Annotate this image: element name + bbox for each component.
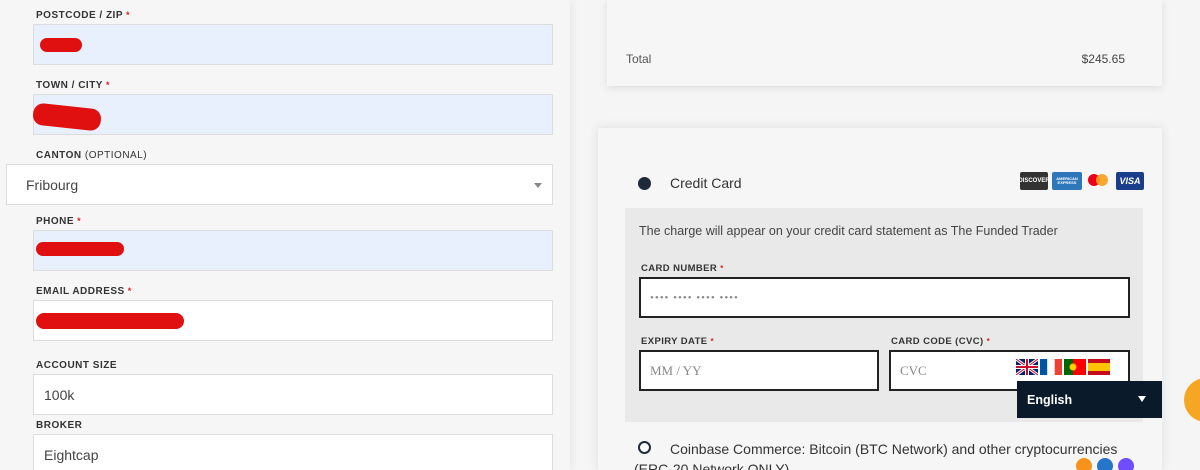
visa-icon: VISA bbox=[1116, 172, 1144, 190]
redaction-mark bbox=[36, 313, 184, 329]
broker-input[interactable]: Eightcap bbox=[33, 434, 553, 470]
caret-down-icon bbox=[1138, 396, 1146, 402]
total-label: Total bbox=[626, 52, 652, 66]
spain-flag-icon[interactable] bbox=[1088, 359, 1110, 375]
language-select-value: English bbox=[1027, 392, 1073, 407]
card-number-label: CARD NUMBER * bbox=[641, 263, 724, 274]
broker-label: BROKER bbox=[36, 420, 83, 431]
canton-select[interactable]: Fribourg bbox=[6, 164, 553, 205]
chevron-down-icon bbox=[534, 183, 542, 188]
postcode-input[interactable] bbox=[33, 24, 553, 65]
email-label: EMAIL ADDRESS * bbox=[36, 286, 132, 297]
credit-card-label[interactable]: Credit Card bbox=[670, 175, 742, 191]
card-number-input[interactable]: •••• •••• •••• •••• bbox=[639, 277, 1130, 318]
portugal-flag-icon[interactable] bbox=[1064, 359, 1086, 375]
usdc-icon bbox=[1097, 458, 1113, 470]
france-flag-icon[interactable] bbox=[1040, 359, 1062, 375]
uk-flag-icon[interactable] bbox=[1016, 359, 1038, 375]
town-input[interactable] bbox=[33, 94, 553, 135]
total-value: $245.65 bbox=[1081, 52, 1125, 66]
broker-value: Eightcap bbox=[44, 446, 99, 463]
payment-methods-card: Credit Card DISCOVER AMERICAN EXPRESS VI… bbox=[598, 128, 1162, 470]
cvc-label: CARD CODE (CVC) * bbox=[891, 336, 991, 347]
canton-value: Fribourg bbox=[26, 176, 79, 193]
postcode-label: POSTCODE / ZIP * bbox=[36, 10, 131, 21]
redaction-mark bbox=[36, 242, 124, 256]
chat-widget-button[interactable] bbox=[1184, 378, 1200, 422]
canton-label: CANTON (OPTIONAL) bbox=[36, 150, 148, 161]
expiry-input[interactable]: MM / YY bbox=[639, 350, 879, 391]
charge-notice: The charge will appear on your credit ca… bbox=[639, 224, 1058, 238]
amex-icon: AMERICAN EXPRESS bbox=[1052, 172, 1082, 190]
language-select[interactable]: English bbox=[1017, 381, 1162, 418]
bitcoin-icon bbox=[1076, 458, 1092, 470]
account-size-input[interactable]: 100k bbox=[33, 374, 553, 415]
phone-label: PHONE * bbox=[36, 216, 82, 227]
billing-form: POSTCODE / ZIP * TOWN / CITY * CANTON (OPT… bbox=[0, 0, 570, 470]
ethereum-icon bbox=[1118, 458, 1134, 470]
credit-card-radio[interactable] bbox=[638, 177, 651, 190]
mastercard-icon bbox=[1088, 171, 1110, 191]
order-total-card: Total $245.65 bbox=[607, 0, 1162, 86]
town-label: TOWN / CITY * bbox=[36, 80, 110, 91]
discover-icon: DISCOVER bbox=[1018, 172, 1050, 190]
account-size-value: 100k bbox=[44, 386, 75, 403]
expiry-label: EXPIRY DATE * bbox=[641, 336, 715, 347]
account-size-label: ACCOUNT SIZE bbox=[36, 360, 117, 371]
language-flags bbox=[1016, 359, 1110, 375]
redaction-mark bbox=[40, 38, 82, 52]
